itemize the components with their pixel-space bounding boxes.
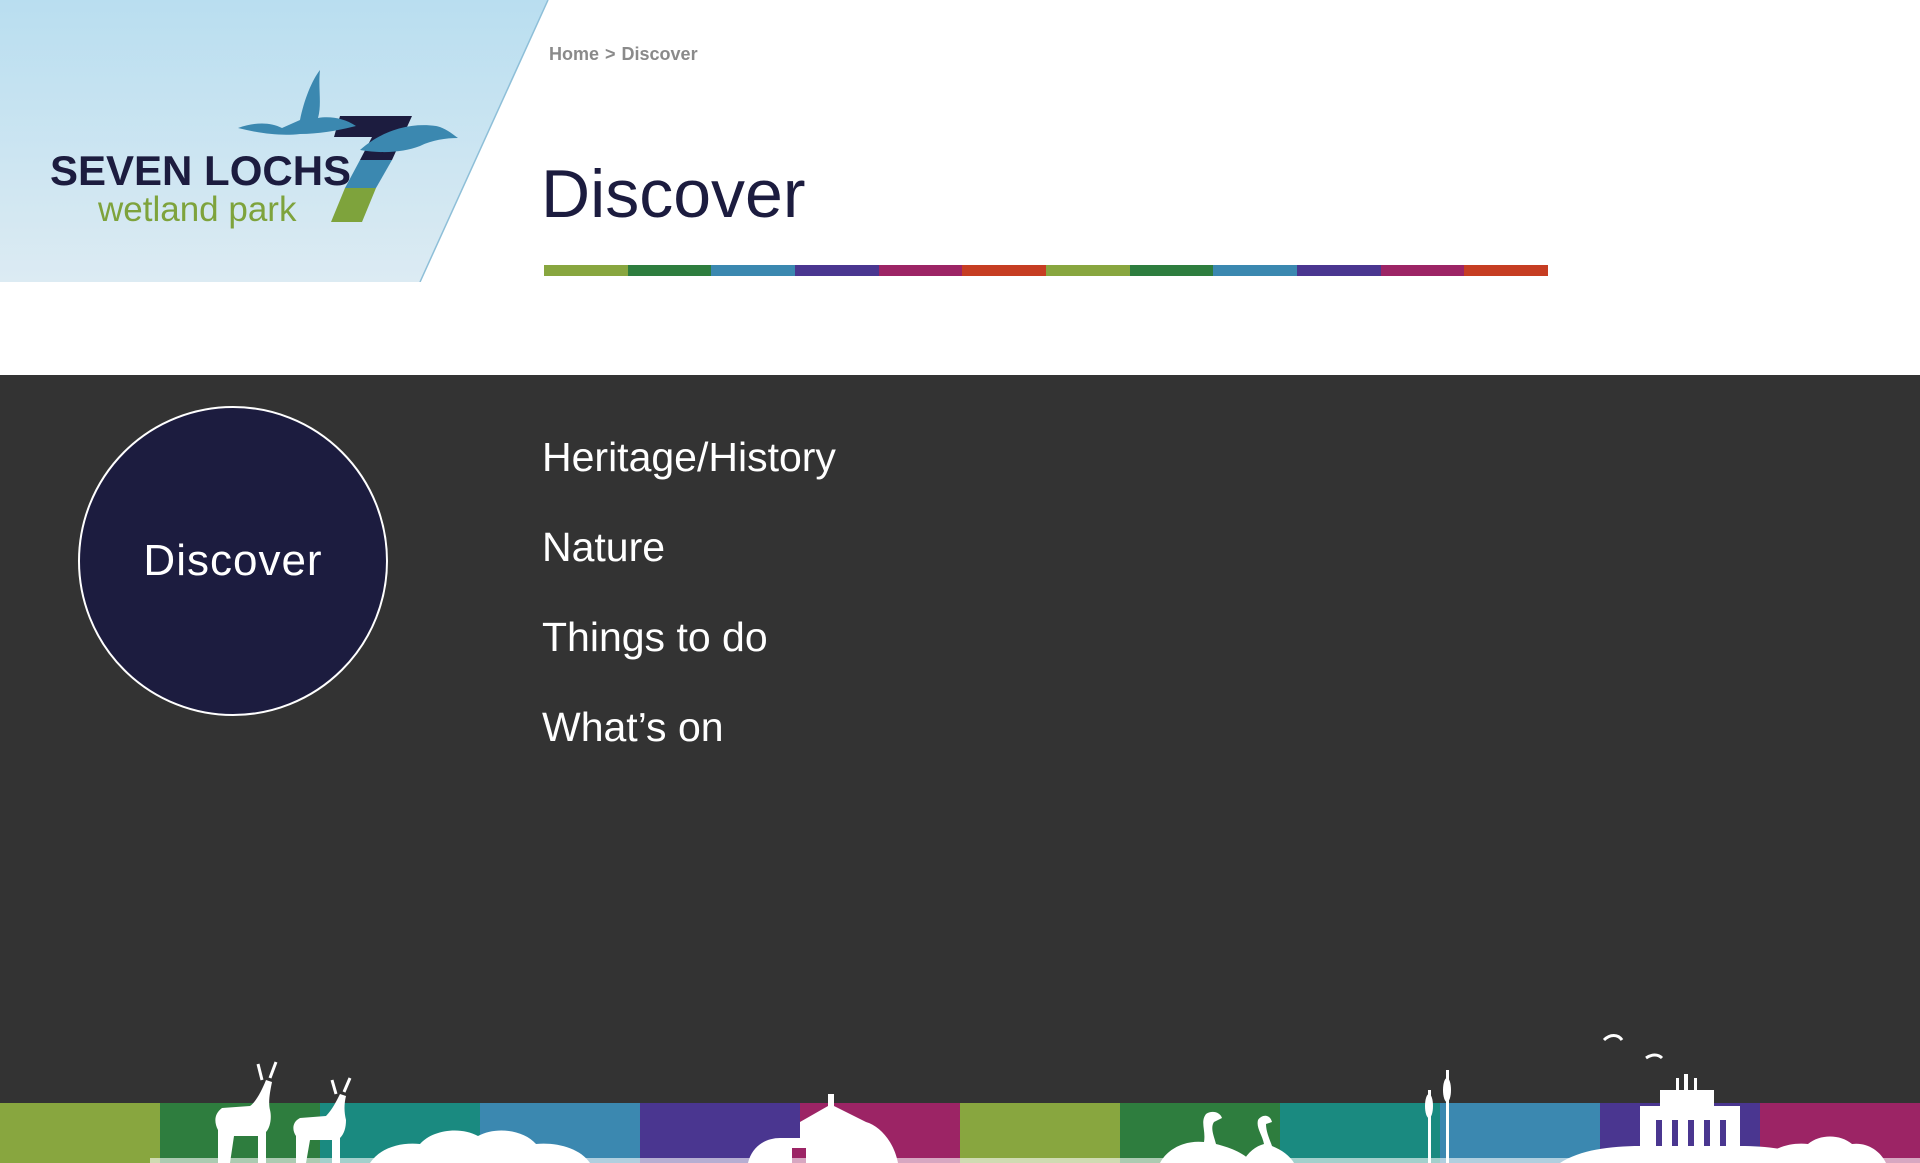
discover-menu: Heritage/History Nature Things to do Wha… <box>542 428 836 788</box>
title-stripe-segment <box>795 265 879 276</box>
title-stripe-segment <box>1213 265 1298 276</box>
logo-background <box>0 0 549 282</box>
deer-icon <box>215 1061 352 1163</box>
section-badge-label: Discover <box>143 536 323 585</box>
title-stripe-segment <box>1380 265 1465 276</box>
title-stripe <box>544 265 1549 276</box>
title-stripe-segment <box>1129 265 1214 276</box>
title-stripe-segment <box>544 265 628 276</box>
logo[interactable]: SEVEN LOCHS wetland park <box>0 0 560 282</box>
menu-item-things-to-do[interactable]: Things to do <box>542 608 836 698</box>
menu-item-nature[interactable]: Nature <box>542 518 836 608</box>
menu-item-whats-on[interactable]: What’s on <box>542 698 836 788</box>
header: SEVEN LOCHS wetland park Home > Discover D… <box>0 0 1920 375</box>
breadcrumb: Home > Discover <box>549 44 704 65</box>
breadcrumb-separator: > <box>605 44 616 64</box>
title-stripe-segment <box>1046 265 1130 276</box>
title-stripe-segment <box>627 265 712 276</box>
breadcrumb-home-link[interactable]: Home <box>549 44 599 64</box>
breadcrumb-current: Discover <box>621 44 698 64</box>
landscape-silhouette <box>150 1034 1920 1163</box>
logo-subtitle: wetland park <box>98 190 297 229</box>
title-stripe-segment <box>711 265 796 276</box>
title-stripe-segment <box>1464 265 1549 276</box>
menu-item-heritage-history[interactable]: Heritage/History <box>542 428 836 518</box>
title-stripe-segment <box>962 265 1047 276</box>
logo-title: SEVEN LOCHS <box>50 147 352 194</box>
title-stripe-segment <box>878 265 963 276</box>
church-icon <box>748 1094 898 1163</box>
page-title: Discover <box>541 156 806 232</box>
heron-icon <box>1160 1111 1294 1163</box>
reeds-icon <box>1425 1070 1451 1163</box>
visitor-centre-icon <box>1560 1034 1820 1163</box>
title-stripe-segment <box>1297 265 1381 276</box>
section-badge: Discover <box>78 406 388 716</box>
